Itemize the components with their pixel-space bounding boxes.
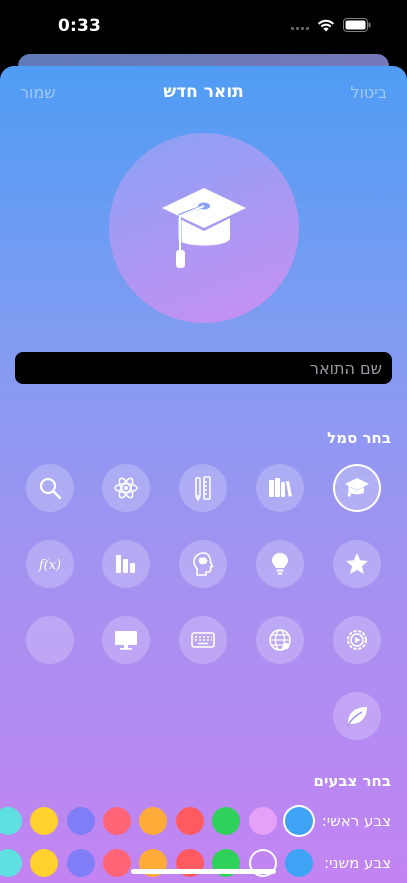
desktop-computer-icon (115, 631, 137, 650)
symbol-leaf[interactable] (333, 692, 381, 740)
battery-icon (343, 18, 371, 32)
symbol-magnifying-glass[interactable] (26, 464, 74, 512)
symbol-books[interactable] (256, 464, 304, 512)
new-degree-sheet: שמור תואר חדש ביטול בחר סמל (0, 66, 407, 883)
symbol-keyboard[interactable] (179, 616, 227, 664)
secondary-color-label: צבע משני: (324, 854, 391, 872)
lightbulb-icon (272, 553, 288, 575)
degree-name-input[interactable] (15, 352, 392, 384)
symbol-brain-head[interactable] (179, 540, 227, 588)
primary-color-swatch[interactable] (103, 807, 131, 835)
symbol-function[interactable]: f(x) (26, 540, 74, 588)
symbol-desktop-computer[interactable] (102, 616, 150, 664)
function-icon: f(x) (38, 558, 61, 573)
choose-colors-title: בחר צבעים (313, 772, 392, 790)
page-title: תואר חדש (163, 82, 244, 102)
symbol-star[interactable] (333, 540, 381, 588)
primary-color-swatch[interactable] (67, 807, 95, 835)
gear-play-icon (347, 630, 367, 650)
symbol-atom[interactable] (102, 464, 150, 512)
symbol-graduation-cap[interactable] (333, 464, 381, 512)
symbol-gear-play[interactable] (333, 616, 381, 664)
cancel-button[interactable]: ביטול (350, 83, 387, 102)
secondary-color-swatch[interactable] (67, 849, 95, 877)
brain-head-icon (193, 552, 214, 576)
svg-text:f(x): f(x) (38, 558, 61, 573)
primary-color-swatch[interactable] (249, 807, 277, 835)
leaf-icon (346, 707, 367, 727)
symbol-pencil-ruler[interactable] (179, 464, 227, 512)
symbol-globe-network[interactable] (256, 616, 304, 664)
status-bar: 0:33 (0, 0, 407, 56)
pencil-ruler-icon (195, 476, 211, 501)
symbol-empty[interactable] (26, 616, 74, 664)
status-icons (291, 18, 371, 32)
graduation-cap-icon (162, 188, 246, 268)
navigation-bar: שמור תואר חדש ביטול (0, 66, 407, 118)
secondary-color-swatch[interactable] (103, 849, 131, 877)
secondary-color-swatch[interactable] (30, 849, 58, 877)
symbol-bar-chart[interactable] (102, 540, 150, 588)
bar-chart-icon (116, 555, 135, 573)
primary-color-swatch[interactable] (30, 807, 58, 835)
star-icon (346, 553, 368, 574)
choose-symbol-title: בחר סמל (327, 429, 391, 447)
cellular-signal-icon (291, 20, 309, 30)
status-time: 0:33 (58, 16, 102, 36)
primary-color-swatch[interactable] (212, 807, 240, 835)
secondary-color-swatch[interactable] (0, 849, 22, 877)
globe-network-icon (269, 629, 291, 651)
symbol-lightbulb[interactable] (256, 540, 304, 588)
selected-symbol-preview (109, 133, 299, 323)
graduation-cap-icon (345, 478, 369, 497)
secondary-color-swatch[interactable] (285, 849, 313, 877)
magnifying-glass-icon (39, 477, 62, 500)
wifi-icon (317, 19, 335, 31)
primary-color-swatch[interactable] (0, 807, 22, 835)
primary-color-swatch[interactable] (176, 807, 204, 835)
primary-color-swatch[interactable] (139, 807, 167, 835)
keyboard-icon (191, 632, 215, 648)
home-indicator (131, 869, 276, 874)
primary-color-swatch[interactable] (285, 807, 313, 835)
primary-color-label: צבע ראשי: (321, 812, 391, 830)
books-icon (269, 478, 292, 497)
atom-icon (114, 477, 138, 499)
